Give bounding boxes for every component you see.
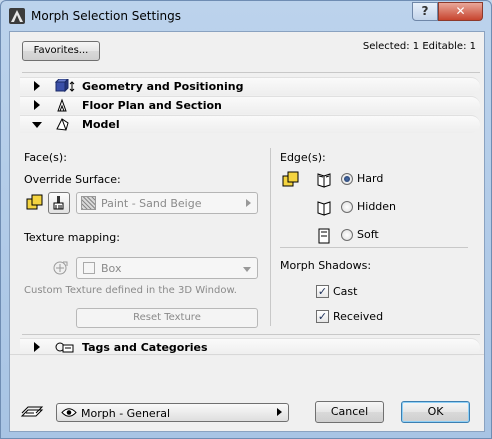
texture-origin-icon[interactable]: [50, 257, 72, 279]
layer-icon[interactable]: [18, 402, 44, 424]
chevron-right-icon: [246, 199, 251, 207]
edge-soft-radio[interactable]: [341, 229, 353, 241]
close-button[interactable]: ✕: [438, 2, 483, 21]
divider: [10, 354, 484, 355]
divider: [280, 247, 468, 248]
floor-plan-icon: [54, 98, 76, 113]
surface-overrides-icon[interactable]: [24, 192, 46, 214]
section-label: Model: [82, 118, 120, 131]
cast-shadow-label: Cast: [333, 285, 358, 298]
column-divider: [270, 148, 271, 326]
model-icon: [54, 117, 76, 132]
geometry-icon: [54, 77, 76, 94]
section-label: Floor Plan and Section: [82, 99, 222, 112]
dialog-client-area: Favorites... Selected: 1 Editable: 1 Geo…: [9, 31, 485, 432]
expand-arrow-icon[interactable]: [34, 100, 40, 110]
box-icon: [83, 262, 95, 274]
section-label: Geometry and Positioning: [82, 80, 244, 93]
edge-hidden-radio[interactable]: [341, 201, 353, 213]
texture-value: Box: [101, 262, 122, 275]
override-surface-label: Override Surface:: [24, 173, 121, 186]
edge-hidden-label: Hidden: [357, 200, 397, 213]
archicad-app-icon: [9, 8, 25, 24]
section-label: Tags and Categories: [82, 341, 208, 354]
collapse-arrow-icon[interactable]: [32, 122, 42, 128]
favorites-button[interactable]: Favorites...: [22, 41, 100, 61]
section-floor-plan[interactable]: Floor Plan and Section: [20, 96, 480, 114]
title-bar[interactable]: Morph Selection Settings ? ✕: [1, 1, 491, 31]
texture-mapping-dropdown[interactable]: Box: [76, 257, 258, 279]
reset-texture-button[interactable]: Reset Texture: [76, 308, 258, 328]
help-button[interactable]: ?: [412, 2, 438, 21]
selection-info: Selected: 1 Editable: 1: [362, 41, 476, 52]
dialog-window: Morph Selection Settings ? ✕ Favorites..…: [0, 0, 492, 439]
chevron-right-icon: [277, 408, 282, 416]
expand-arrow-icon[interactable]: [34, 81, 40, 91]
cast-shadow-checkbox[interactable]: ✓: [316, 285, 329, 298]
edge-hard-label: Hard: [357, 172, 384, 185]
edge-hard-radio[interactable]: [341, 173, 353, 185]
surface-value: Paint - Sand Beige: [101, 197, 202, 210]
expand-arrow-icon[interactable]: [34, 342, 40, 352]
divider: [22, 72, 480, 73]
edges-label: Edge(s):: [280, 151, 326, 164]
favorite-dropdown[interactable]: Morph - General: [56, 403, 289, 422]
hidden-edge-icon: [314, 197, 336, 219]
chevron-down-icon: [243, 267, 251, 272]
received-shadow-checkbox[interactable]: ✓: [316, 310, 329, 323]
cancel-button[interactable]: Cancel: [315, 401, 384, 423]
divider: [22, 334, 480, 335]
tags-icon: [54, 340, 76, 355]
eye-icon: [61, 407, 77, 421]
section-model[interactable]: Model: [20, 115, 480, 133]
override-surface-dropdown[interactable]: Paint - Sand Beige: [76, 192, 258, 214]
morph-shadows-label: Morph Shadows:: [280, 259, 372, 272]
received-shadow-label: Received: [333, 310, 384, 323]
favorite-value: Morph - General: [81, 407, 171, 420]
custom-texture-note: Custom Texture defined in the 3D Window.: [24, 285, 237, 296]
ok-button[interactable]: OK: [401, 401, 470, 423]
faces-label: Face(s):: [24, 151, 67, 164]
texture-mapping-label: Texture mapping:: [24, 231, 120, 244]
surface-swatch: [81, 196, 96, 210]
edge-overrides-icon[interactable]: [280, 169, 302, 191]
section-geometry[interactable]: Geometry and Positioning: [20, 77, 480, 95]
hard-edge-icon: [314, 169, 336, 191]
paint-brush-button[interactable]: [48, 192, 70, 214]
window-title: Morph Selection Settings: [31, 9, 181, 23]
soft-edge-icon: [314, 225, 336, 247]
edge-soft-label: Soft: [357, 228, 379, 241]
